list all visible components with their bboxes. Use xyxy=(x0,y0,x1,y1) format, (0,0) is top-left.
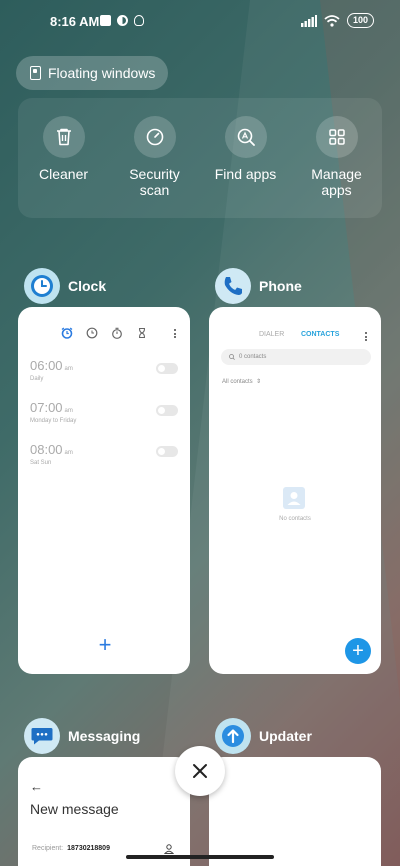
clock-icon xyxy=(31,275,53,297)
clock-more-icon[interactable] xyxy=(174,329,177,339)
find-apps-button[interactable]: Find apps xyxy=(206,116,286,218)
phone-app-name: Phone xyxy=(259,278,302,294)
alarm-repeat: Sat Sun xyxy=(30,460,52,466)
find-apps-label: Find apps xyxy=(214,166,277,182)
recipient-field[interactable]: Recipient: 18730218809 xyxy=(32,845,110,852)
phone-app-header[interactable]: Phone xyxy=(215,268,302,304)
alarm-item[interactable]: 07:00 am Monday to Friday xyxy=(30,399,76,424)
tab-dialer[interactable]: DIALER xyxy=(259,331,284,338)
phone-app-icon xyxy=(215,268,251,304)
bulb-icon xyxy=(134,15,144,26)
update-arrow-icon xyxy=(222,725,244,747)
plus-icon: + xyxy=(352,640,364,662)
alarm-tab-icon[interactable] xyxy=(61,327,73,339)
add-contact-button[interactable]: + xyxy=(345,638,371,664)
stopwatch-tab-icon[interactable] xyxy=(111,327,123,339)
alarm-toggle[interactable] xyxy=(156,405,178,416)
alarm-time: 08:00 xyxy=(30,442,63,457)
timer-tab-icon[interactable] xyxy=(136,327,148,339)
wifi-icon xyxy=(324,14,340,27)
updater-app-header[interactable]: Updater xyxy=(215,718,312,754)
messaging-app-card[interactable]: ← New message Recipient: 18730218809 xyxy=(18,757,190,866)
alarm-repeat: Daily xyxy=(30,376,44,382)
clock-app-name: Clock xyxy=(68,278,107,294)
battery-indicator: 100 xyxy=(346,13,374,28)
gauge-icon xyxy=(146,128,163,146)
chevron-down-icon: ⇕ xyxy=(254,379,262,385)
messaging-app-name: Messaging xyxy=(68,728,141,744)
alarm-toggle[interactable] xyxy=(156,363,178,374)
alarm-time: 06:00 xyxy=(30,358,63,373)
alarm-item[interactable]: 06:00 am Daily xyxy=(30,357,73,382)
empty-contact-icon xyxy=(283,487,305,509)
updater-app-icon xyxy=(215,718,251,754)
updater-app-name: Updater xyxy=(259,728,312,744)
add-alarm-button[interactable]: + xyxy=(92,632,118,658)
alarm-time: 07:00 xyxy=(30,400,63,415)
tab-contacts[interactable]: CONTACTS xyxy=(301,331,339,338)
updater-app-card[interactable] xyxy=(209,757,381,866)
clock-toolbar xyxy=(18,327,190,341)
contacts-search-input[interactable]: 0 contacts xyxy=(221,349,371,365)
data-saver-icon xyxy=(117,15,128,26)
trash-icon xyxy=(56,128,71,146)
floating-window-icon xyxy=(30,66,41,80)
alarm-item[interactable]: 08:00 am Sat Sun xyxy=(30,441,73,466)
messaging-app-icon xyxy=(24,718,60,754)
home-indicator[interactable] xyxy=(126,855,274,859)
contacts-filter-dropdown[interactable]: All contacts ⇕ xyxy=(222,378,261,385)
recipient-value: 18730218809 xyxy=(67,845,110,852)
back-arrow-icon[interactable]: ← xyxy=(30,779,43,794)
alarm-repeat: Monday to Friday xyxy=(30,418,77,424)
contact-picker-icon[interactable] xyxy=(164,844,174,854)
manage-apps-label: Manage apps xyxy=(311,166,362,198)
quick-actions-panel: Cleaner Security scan Find apps Manage a… xyxy=(18,98,382,218)
clock-app-header[interactable]: Clock xyxy=(24,268,106,304)
floating-windows-label: Floating windows xyxy=(48,65,156,81)
status-time: 8:16 AM xyxy=(50,14,100,29)
no-contacts-text: No contacts xyxy=(279,516,311,522)
chat-bubble-icon xyxy=(31,728,53,745)
plus-icon: + xyxy=(98,632,112,657)
security-scan-label: Security scan xyxy=(129,166,180,198)
world-clock-tab-icon[interactable] xyxy=(86,327,98,339)
clock-app-icon xyxy=(24,268,60,304)
messaging-app-header[interactable]: Messaging xyxy=(24,718,140,754)
new-message-title: New message xyxy=(30,801,119,817)
recipient-label: Recipient: xyxy=(32,845,64,852)
clock-app-card[interactable]: 06:00 am Daily 07:00 am Monday to Friday 0… xyxy=(18,307,190,674)
close-all-button[interactable] xyxy=(175,746,225,796)
notification-square-icon xyxy=(100,15,111,26)
search-icon xyxy=(229,354,235,360)
cleaner-label: Cleaner xyxy=(38,166,89,182)
manage-apps-button[interactable]: Manage apps xyxy=(297,116,377,218)
phone-app-card[interactable]: DIALER CONTACTS 0 contacts All contacts … xyxy=(209,307,381,674)
grid-icon xyxy=(328,129,345,145)
floating-windows-button[interactable]: Floating windows xyxy=(16,56,168,90)
signal-icon xyxy=(300,14,317,27)
close-icon xyxy=(193,764,207,778)
phone-icon xyxy=(224,277,242,295)
phone-more-icon[interactable] xyxy=(365,332,368,342)
security-scan-button[interactable]: Security scan xyxy=(115,116,195,218)
status-bar: 8:16 AM 100 xyxy=(0,0,400,44)
search-apps-icon xyxy=(237,128,255,146)
contacts-search-placeholder: 0 contacts xyxy=(239,354,267,360)
alarm-toggle[interactable] xyxy=(156,446,178,457)
cleaner-button[interactable]: Cleaner xyxy=(24,116,104,218)
